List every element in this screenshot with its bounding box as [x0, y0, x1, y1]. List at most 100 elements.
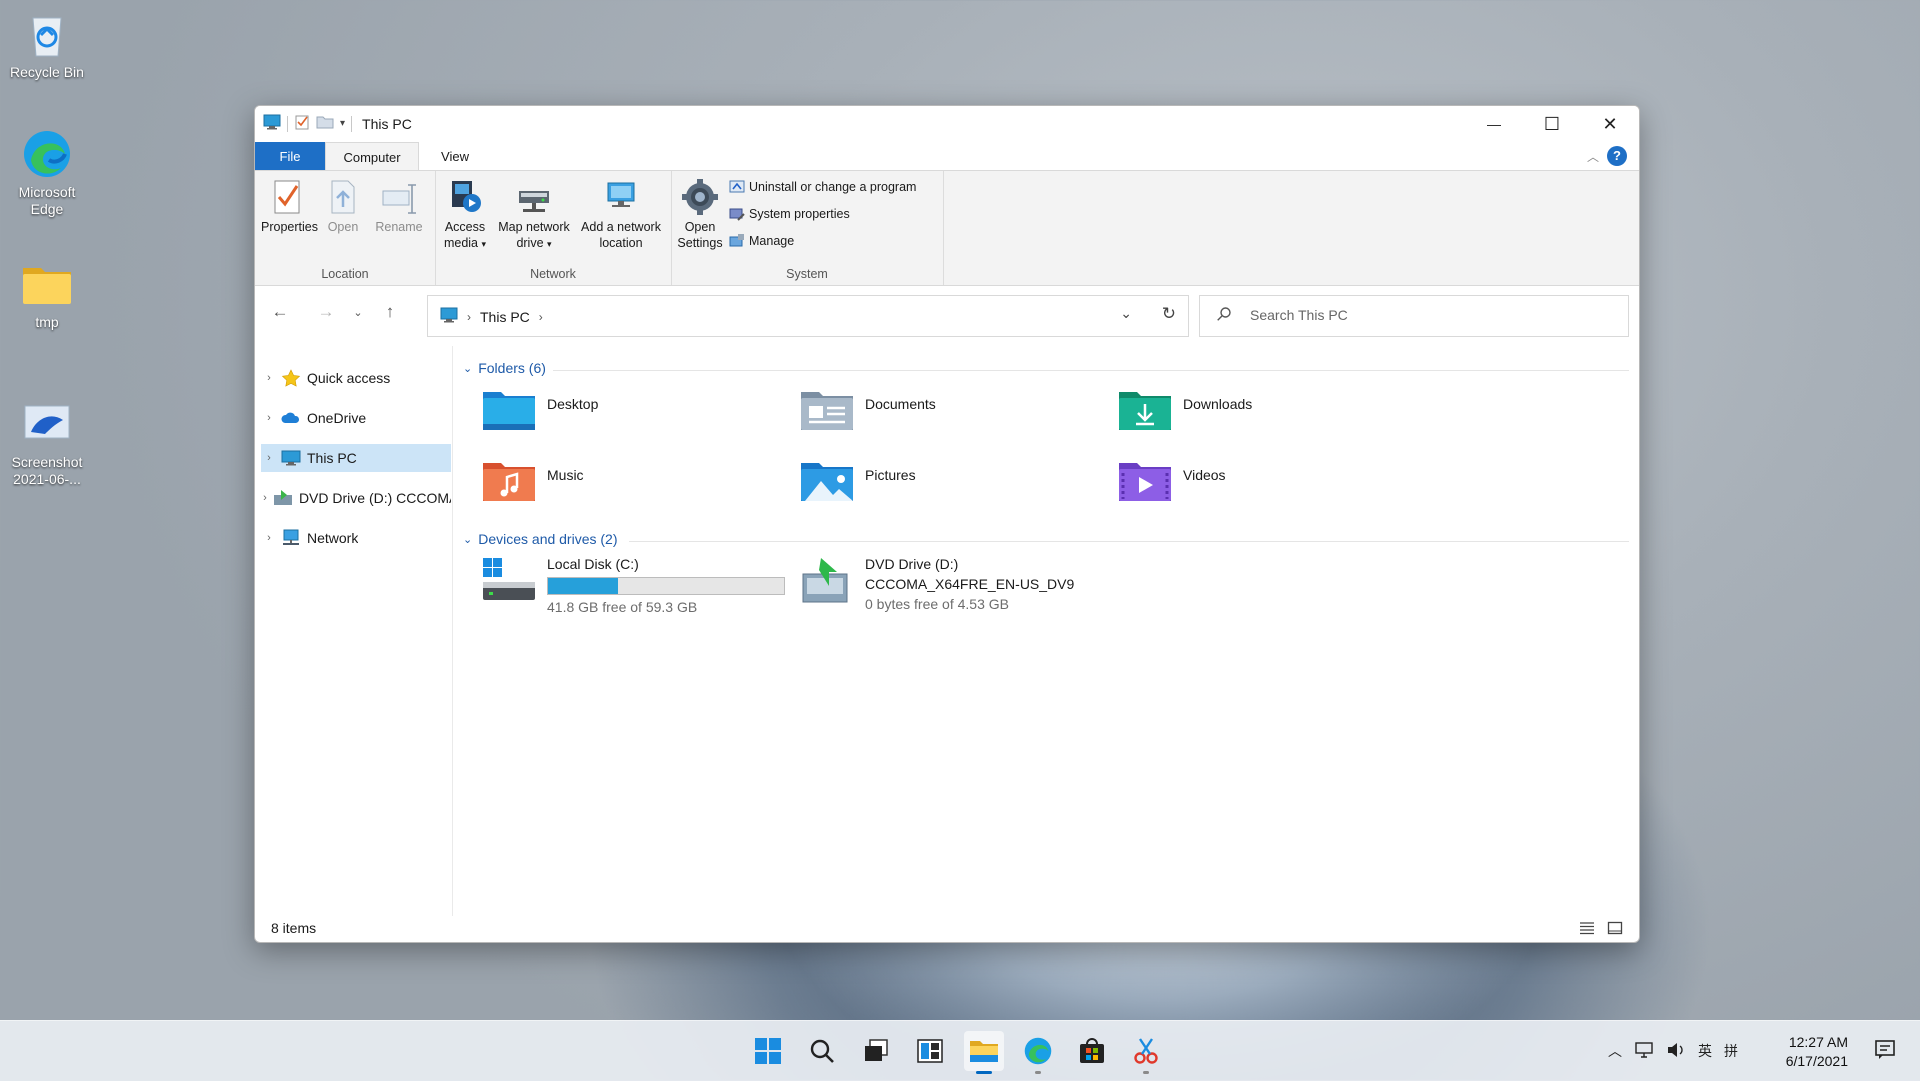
folder-videos[interactable]: Videos	[1117, 457, 1417, 513]
breadcrumb-separator-icon[interactable]: ›	[467, 310, 471, 324]
expand-chevron-icon[interactable]: ›	[261, 372, 277, 384]
volume-icon[interactable]	[1666, 1041, 1686, 1062]
tab-computer[interactable]: Computer	[325, 142, 419, 171]
nav-item-dvd-drive[interactable]: › DVD Drive (D:) CCCOMA_X64FRE_EN-US_DV9	[261, 484, 451, 512]
maximize-button[interactable]: ☐	[1523, 106, 1581, 142]
this-pc-icon	[263, 114, 281, 133]
close-button[interactable]: ✕	[1581, 106, 1639, 142]
system-properties-button[interactable]: System properties	[729, 206, 850, 222]
nav-item-this-pc[interactable]: › This PC	[261, 444, 451, 472]
nav-item-quick-access[interactable]: › Quick access	[261, 364, 451, 392]
image-file-icon	[21, 398, 73, 450]
open-settings-label-1: Open	[684, 220, 716, 234]
navigation-bar: ← → ⌄ ↑ › This PC › ⌄ ↻	[255, 285, 1639, 345]
collapse-chevron-icon[interactable]: ⌄	[463, 533, 472, 546]
manage-button[interactable]: Manage	[729, 233, 794, 249]
minimize-button[interactable]: —	[1465, 106, 1523, 142]
nav-item-label: Network	[307, 530, 359, 546]
nav-item-network[interactable]: › Network	[261, 524, 451, 552]
search-input[interactable]	[1248, 306, 1612, 324]
add-network-location-button[interactable]: Add a network location	[577, 177, 665, 251]
windows-logo-icon	[755, 1038, 781, 1064]
open-settings-button[interactable]: Open Settings	[675, 177, 725, 251]
folder-pictures[interactable]: Pictures	[799, 457, 1099, 513]
help-button[interactable]: ?	[1607, 146, 1627, 166]
open-button[interactable]: Open	[321, 177, 365, 235]
widgets-icon	[917, 1039, 943, 1063]
breadcrumb-this-pc[interactable]: This PC	[480, 309, 530, 325]
properties-button[interactable]: Properties	[261, 177, 318, 235]
folder-music[interactable]: Music	[481, 457, 781, 513]
desktop-folder-icon	[481, 386, 537, 434]
ime-mode-indicator[interactable]: 拼	[1724, 1041, 1738, 1061]
folders-group-header[interactable]: ⌄ Folders (6)	[463, 360, 546, 376]
uninstall-program-button[interactable]: Uninstall or change a program	[729, 179, 916, 195]
system-group-label: System	[786, 267, 828, 281]
widgets-button[interactable]	[910, 1031, 950, 1071]
show-hidden-icons-icon[interactable]: ︿	[1608, 1041, 1622, 1061]
nav-item-onedrive[interactable]: › OneDrive	[261, 404, 451, 432]
customize-qat-icon[interactable]: ▾	[340, 118, 345, 129]
properties-icon	[268, 177, 306, 217]
properties-quick-icon[interactable]	[294, 114, 310, 133]
forward-button[interactable]: →	[311, 297, 341, 327]
clock-time: 12:27 AM	[1788, 1034, 1848, 1050]
ime-language-indicator[interactable]: 英	[1698, 1041, 1712, 1061]
address-bar[interactable]: › This PC › ⌄ ↻	[427, 295, 1189, 337]
folder-documents[interactable]: Documents	[799, 386, 1099, 442]
map-network-drive-button[interactable]: Map network drive ▾	[495, 177, 573, 252]
notifications-icon[interactable]	[1874, 1039, 1896, 1064]
uninstall-icon	[729, 179, 745, 195]
folder-desktop[interactable]: Desktop	[481, 386, 781, 442]
snipping-tool-taskbar-button[interactable]	[1126, 1031, 1166, 1074]
running-indicator	[1143, 1071, 1149, 1074]
search-box[interactable]	[1199, 295, 1629, 337]
refresh-icon[interactable]: ↻	[1162, 304, 1176, 324]
downloads-folder-icon	[1117, 386, 1173, 434]
start-button[interactable]	[748, 1031, 788, 1071]
store-taskbar-button[interactable]	[1072, 1031, 1112, 1071]
devices-group-header[interactable]: ⌄ Devices and drives (2)	[463, 531, 618, 547]
location-group-label: Location	[321, 267, 369, 281]
desktop-icon-screenshot[interactable]: Screenshot 2021-06-...	[2, 398, 92, 488]
large-icons-view-icon[interactable]	[1607, 920, 1623, 939]
up-button[interactable]: ↑	[375, 297, 405, 327]
edge-taskbar-button[interactable]	[1018, 1031, 1058, 1074]
snipping-tool-icon	[1134, 1038, 1158, 1064]
folder-downloads[interactable]: Downloads	[1117, 386, 1417, 442]
file-explorer-taskbar-button[interactable]	[964, 1031, 1004, 1074]
collapse-chevron-icon[interactable]: ⌄	[463, 362, 472, 375]
clock[interactable]: 12:27 AM 6/17/2021	[1786, 1033, 1848, 1071]
address-history-dropdown-icon[interactable]: ⌄	[1120, 305, 1132, 322]
system-tray: ︿ 英 拼	[1608, 1021, 1738, 1081]
new-folder-quick-icon[interactable]	[316, 114, 334, 133]
map-network-drive-label-2: drive	[516, 236, 544, 250]
rename-button[interactable]: Rename	[373, 177, 425, 235]
desktop-icon-label: Recycle Bin	[10, 64, 84, 80]
back-button[interactable]: ←	[265, 297, 295, 327]
quick-access-separator	[287, 115, 288, 132]
collapse-ribbon-icon[interactable]: ︿	[1587, 148, 1599, 165]
drive-dvd-d[interactable]: DVD Drive (D:) CCCOMA_X64FRE_EN-US_DV9 0…	[799, 554, 1074, 624]
tab-file[interactable]: File	[255, 142, 325, 170]
tab-view[interactable]: View	[425, 142, 485, 170]
desktop-icon-tmp[interactable]: tmp	[2, 258, 92, 331]
recent-locations-dropdown[interactable]: ⌄	[343, 297, 373, 327]
map-network-drive-label-1: Map network	[498, 220, 570, 234]
search-button[interactable]	[802, 1031, 842, 1071]
breadcrumb-separator-icon[interactable]: ›	[539, 310, 543, 324]
network-status-icon[interactable]	[1634, 1041, 1654, 1062]
expand-chevron-icon[interactable]: ›	[261, 412, 277, 424]
drive-local-disk-c[interactable]: Local Disk (C:) 41.8 GB free of 59.3 GB	[481, 554, 785, 624]
group-divider	[629, 541, 1629, 542]
ribbon-group-system: Open Settings Uninstall or change a prog…	[671, 171, 944, 285]
expand-chevron-icon[interactable]: ›	[261, 492, 269, 504]
expand-chevron-icon[interactable]: ›	[261, 532, 277, 544]
documents-folder-icon	[799, 386, 855, 434]
task-view-button[interactable]	[856, 1031, 896, 1071]
desktop-icon-edge[interactable]: Microsoft Edge	[2, 128, 92, 218]
details-view-icon[interactable]	[1579, 920, 1595, 939]
access-media-button[interactable]: Access media ▾	[439, 177, 491, 252]
desktop-icon-recycle-bin[interactable]: Recycle Bin	[2, 8, 92, 81]
expand-chevron-icon[interactable]: ›	[261, 452, 277, 464]
